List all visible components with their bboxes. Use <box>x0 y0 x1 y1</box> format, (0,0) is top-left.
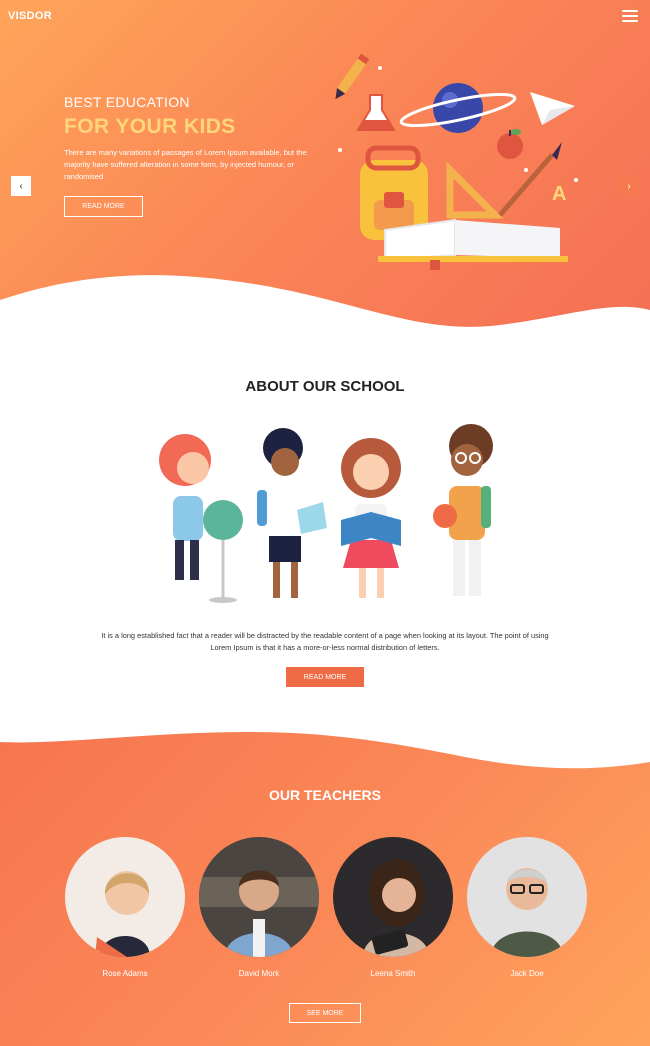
hero-description: There are many variations of passages of… <box>64 148 307 181</box>
menu-icon[interactable] <box>622 10 638 22</box>
kids-illustration <box>159 424 493 603</box>
avatar <box>467 837 587 957</box>
about-description: It is a long established fact that a rea… <box>101 631 549 652</box>
teacher-name: Leena Smith <box>370 969 416 978</box>
teacher-card[interactable]: Leena Smith <box>333 837 453 978</box>
avatar <box>333 837 453 957</box>
chevron-left-icon[interactable]: ‹ <box>11 176 31 196</box>
teachers-section-title: OUR TEACHERS <box>268 787 381 803</box>
see-more-button[interactable]: SEE MORE <box>289 1003 361 1023</box>
hero-read-more-button[interactable]: READ MORE <box>64 196 143 217</box>
teacher-card[interactable]: Jack Doe <box>467 837 587 978</box>
teacher-name: Rose Adams <box>102 969 148 978</box>
about-section-title: ABOUT OUR SCHOOL <box>245 378 405 395</box>
teachers-wave-shape <box>0 720 650 769</box>
hero-subtitle: BEST EDUCATION <box>64 94 190 110</box>
brand-logo[interactable]: VISDOR <box>8 10 52 22</box>
teacher-name: Jack Doe <box>510 969 544 978</box>
hero-title: FOR YOUR KIDS <box>64 115 236 138</box>
education-illustration: A <box>335 53 578 270</box>
teacher-card[interactable]: Rose Adams <box>65 837 185 978</box>
hero-banner: VISDOR BEST EDUCATION FOR YOUR KIDS Ther… <box>0 0 650 340</box>
teacher-name: David Mork <box>238 969 280 978</box>
teacher-card[interactable]: David Mork <box>199 837 319 978</box>
svg-text:A: A <box>552 183 566 205</box>
avatar <box>199 837 319 957</box>
about-read-more-button[interactable]: READ MORE <box>286 667 364 687</box>
avatar <box>65 837 185 957</box>
teachers-section: OUR TEACHERS Rose Adams David Mork Leena… <box>0 720 650 1046</box>
chevron-right-icon[interactable]: › <box>619 176 639 196</box>
